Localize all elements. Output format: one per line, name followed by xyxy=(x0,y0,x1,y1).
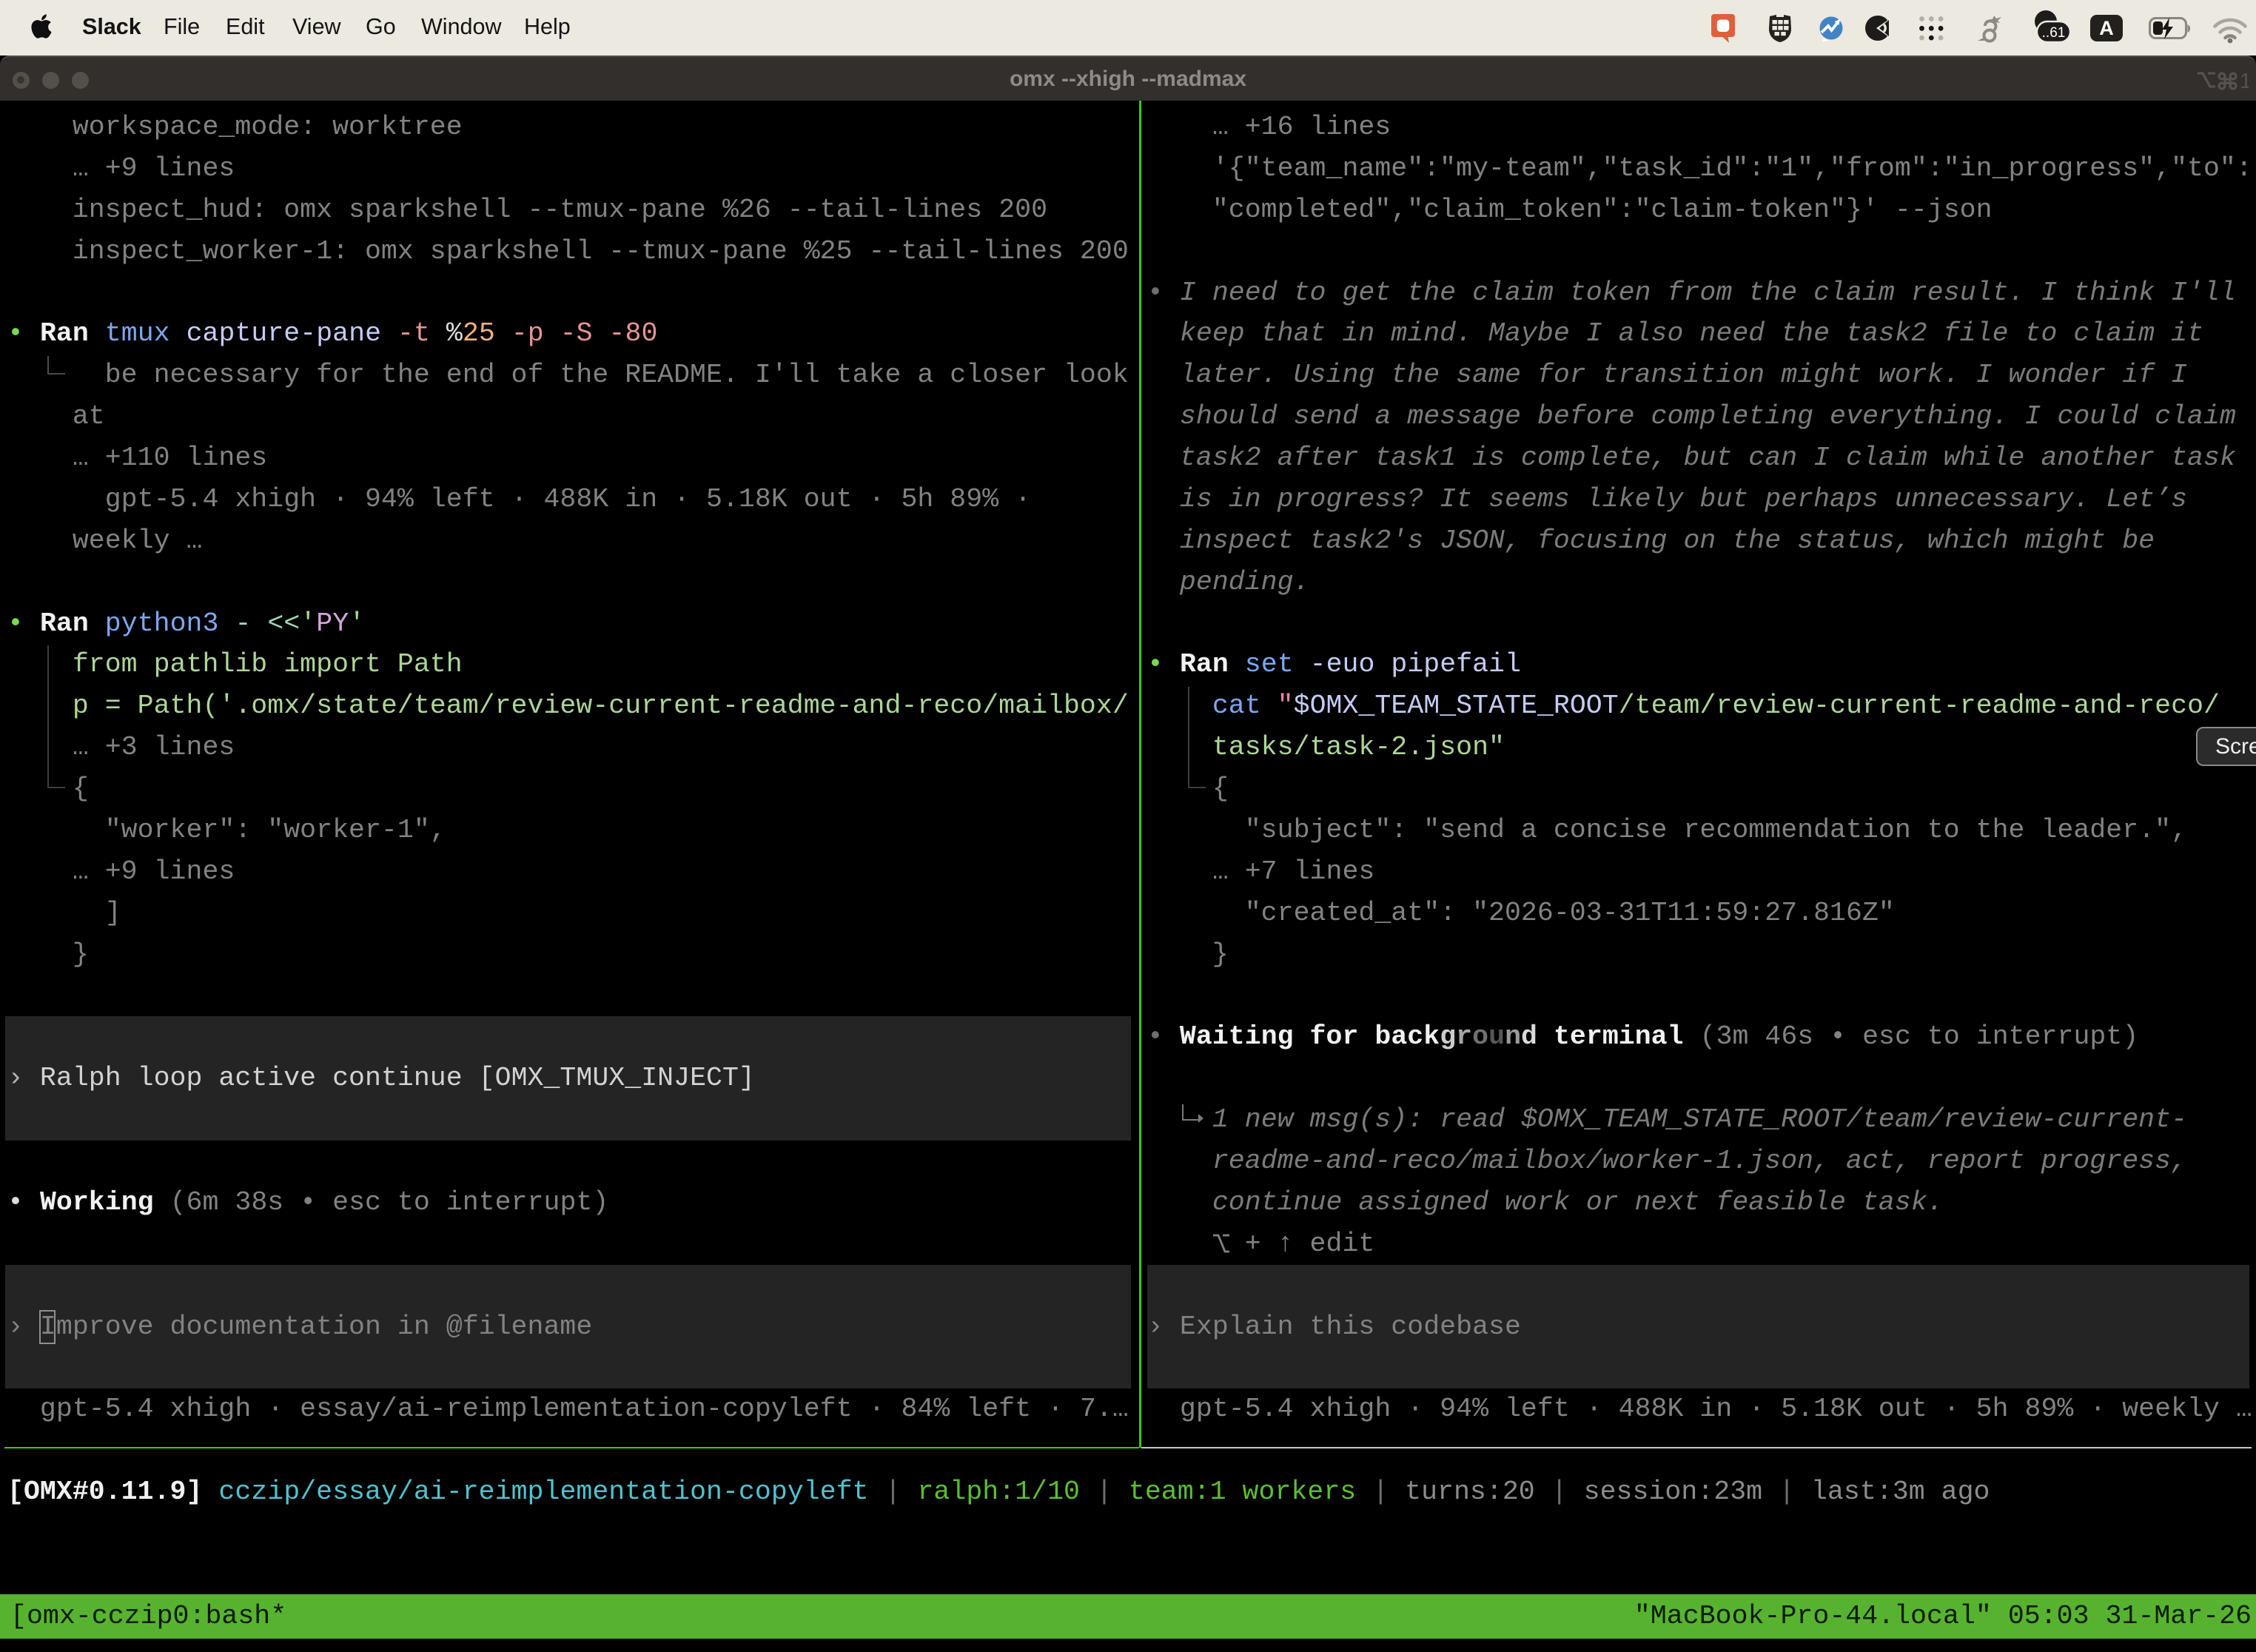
svg-text:1: 1 xyxy=(2240,70,2249,93)
svg-text:..61: ..61 xyxy=(2042,25,2066,41)
